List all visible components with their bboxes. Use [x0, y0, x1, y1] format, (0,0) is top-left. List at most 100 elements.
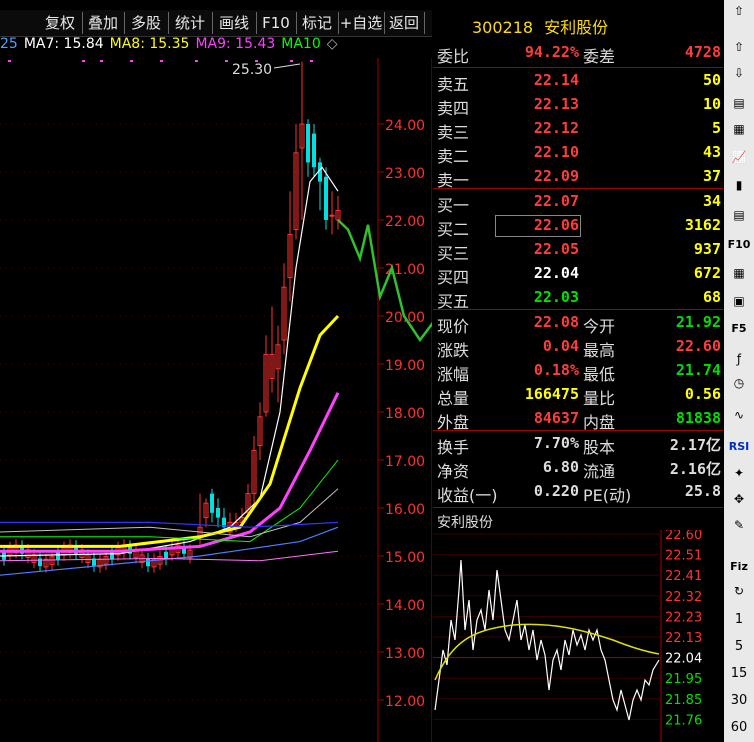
clock-icon[interactable]: ◷ [727, 372, 751, 394]
toolbar-button-2[interactable]: 多股 [124, 12, 169, 34]
toolbar-button-0[interactable]: 复权 [38, 12, 83, 34]
quote-label: 换手 [437, 438, 470, 457]
grid-icon[interactable]: ▦ [727, 118, 751, 140]
quote-value: 22.03 [533, 288, 579, 306]
right-button-rsi[interactable]: RSI [727, 436, 751, 458]
fundamental-row[interactable]: 净资 6.80 流通 2.16亿 [433, 458, 723, 481]
mini-tick-label: 21.76 [665, 713, 702, 728]
quote-value-2: 2.17亿 [669, 436, 721, 454]
legend-dot [8, 60, 11, 62]
quote-value-2: 672 [693, 264, 721, 282]
quote-label-2: 委差 [583, 47, 616, 66]
quote-value: 0.18% [533, 361, 579, 379]
quote-value-2: 4728 [684, 43, 721, 61]
ma-toggle-icon[interactable]: ◇ [327, 36, 338, 52]
bid-row[interactable]: 买一 22.07 34 [433, 192, 723, 215]
quote-value: 22.05 [533, 240, 579, 258]
stat-row[interactable]: 外盘 84637 内盘 81838 [433, 409, 723, 432]
period-button[interactable]: 30 [724, 693, 754, 708]
separator [433, 309, 723, 310]
stock-code: 300218 [472, 18, 534, 37]
legend-dot [225, 60, 228, 62]
refresh-icon[interactable]: ↻ [727, 580, 751, 602]
right-button-f5[interactable]: F5 [727, 318, 751, 340]
quote-value-2: 0.56 [684, 385, 721, 403]
period-button[interactable]: 15 [724, 666, 754, 681]
quote-value: 94.22% [524, 43, 579, 61]
kline-chart[interactable]: 24.0023.0022.0021.0020.0019.0018.0017.00… [0, 58, 432, 742]
arrow-up-icon[interactable]: ⇧ [727, 36, 751, 58]
arrow-up-icon[interactable]: ⇧ [727, 0, 751, 22]
quote-value-2: 81838 [675, 409, 721, 427]
ask-row[interactable]: 卖三 22.12 5 [433, 119, 723, 142]
legend-dot [130, 60, 133, 62]
toolbar-button-1[interactable]: 叠加 [82, 12, 125, 34]
fundamental-row[interactable]: 收益(一) 0.220 PE(动) 25.8 [433, 482, 723, 505]
ask-row[interactable]: 卖一 22.09 37 [433, 167, 723, 190]
right-button-f10[interactable]: F10 [727, 234, 751, 256]
right-button-fiz[interactable]: Fiz [727, 556, 751, 578]
quote-value-2: 68 [702, 288, 721, 306]
intraday-chart[interactable]: 22.60 22.51 22.41 22.32 22.23 22.13 22.04 21.95… [433, 530, 723, 742]
candle-icon[interactable]: ▮ [727, 174, 751, 196]
quote-label-2: 流通 [583, 462, 616, 481]
separator [433, 430, 723, 431]
quote-value: 7.70% [533, 434, 579, 452]
toolbar-button-4[interactable]: 画线 [212, 12, 257, 34]
bid-row[interactable]: 买四 22.04 672 [433, 264, 723, 287]
weibi-row[interactable]: 委比 94.22% 委差 4728 [433, 43, 723, 66]
list-icon[interactable]: ▤ [727, 92, 751, 114]
separator [433, 67, 723, 68]
toolbar-button-3[interactable]: 统计 [168, 12, 213, 34]
pen-icon[interactable]: ✎ [727, 514, 751, 536]
period-button[interactable]: 1 [724, 612, 754, 627]
axis-tick-label: 18.00 [385, 406, 425, 422]
quote-value: 22.10 [533, 143, 579, 161]
arrow-down-icon[interactable]: ⇩ [727, 62, 751, 84]
bid-row[interactable]: 买二 22.06 3162 [433, 215, 723, 239]
doc-icon[interactable]: ▤ [727, 204, 751, 226]
quote-value: 22.12 [533, 119, 579, 137]
quote-value-2: 3162 [684, 216, 721, 234]
toolbar-button-6[interactable]: 标记 [296, 12, 339, 34]
quote-label: 涨跌 [437, 341, 470, 360]
quote-label: 买一 [437, 196, 470, 215]
quote-label: 买四 [437, 268, 470, 287]
chart-icon[interactable]: ▦ [727, 262, 751, 284]
ask-row[interactable]: 卖四 22.13 10 [433, 95, 723, 118]
line-chart-icon[interactable]: 📈 [727, 146, 751, 168]
toolbar-button-7[interactable]: +自选 [338, 12, 385, 34]
quote-label: 卖四 [437, 99, 470, 118]
quote-value: 22.14 [533, 71, 579, 89]
quote-value-2: 43 [702, 143, 721, 161]
stat-row[interactable]: 涨跌 0.04 最高 22.60 [433, 337, 723, 360]
toolbar-button-8[interactable]: 返回 [384, 12, 425, 34]
bid-row[interactable]: 买五 22.03 68 [433, 288, 723, 311]
period-button[interactable]: 5 [724, 639, 754, 654]
stat-row[interactable]: 现价 22.08 今开 21.92 [433, 313, 723, 336]
chart-toolbar: 复权 叠加 多股 统计 画线 F10 标记 +自选 返回 [0, 10, 432, 37]
stock-name: 安利股份 [544, 18, 609, 37]
stat-row[interactable]: 涨幅 0.18% 最低 21.74 [433, 361, 723, 384]
move-icon[interactable]: ✥ [727, 488, 751, 510]
axis-tick-label: 24.00 [385, 118, 425, 134]
mini-tick-label: 22.41 [665, 569, 702, 584]
mini-tick-label: 22.51 [665, 549, 702, 564]
star-icon[interactable]: ✦ [727, 462, 751, 484]
ask-row[interactable]: 卖二 22.10 43 [433, 143, 723, 166]
stat-row[interactable]: 总量 166475 量比 0.56 [433, 385, 723, 408]
ask-row[interactable]: 卖五 22.14 50 [433, 71, 723, 94]
toolbar-button-5[interactable]: F10 [256, 12, 297, 34]
bid-row[interactable]: 买三 22.05 937 [433, 240, 723, 263]
fundamental-row[interactable]: 换手 7.70% 股本 2.17亿 [433, 434, 723, 457]
ma-legend-item: 25 [0, 36, 18, 52]
mini-tick-label: 22.23 [665, 610, 702, 625]
legend-dot [290, 60, 293, 62]
wave-icon[interactable]: ∿ [727, 404, 751, 426]
function-icon[interactable]: ƒ [727, 348, 751, 370]
axis-tick-label: 16.00 [385, 502, 425, 518]
axis-tick-label: 22.00 [385, 214, 425, 230]
mini-tick-label: 22.04 [665, 652, 702, 667]
period-button[interactable]: 60 [724, 720, 754, 735]
calendar-icon[interactable]: ▣ [727, 290, 751, 312]
